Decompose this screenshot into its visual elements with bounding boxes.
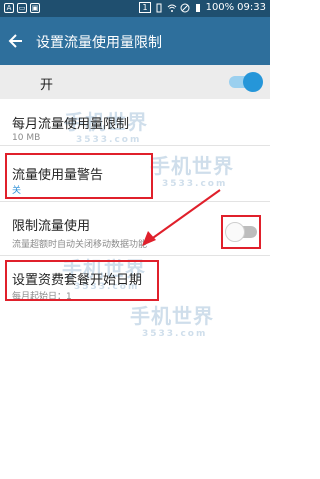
annotation-arrow — [142, 189, 221, 246]
